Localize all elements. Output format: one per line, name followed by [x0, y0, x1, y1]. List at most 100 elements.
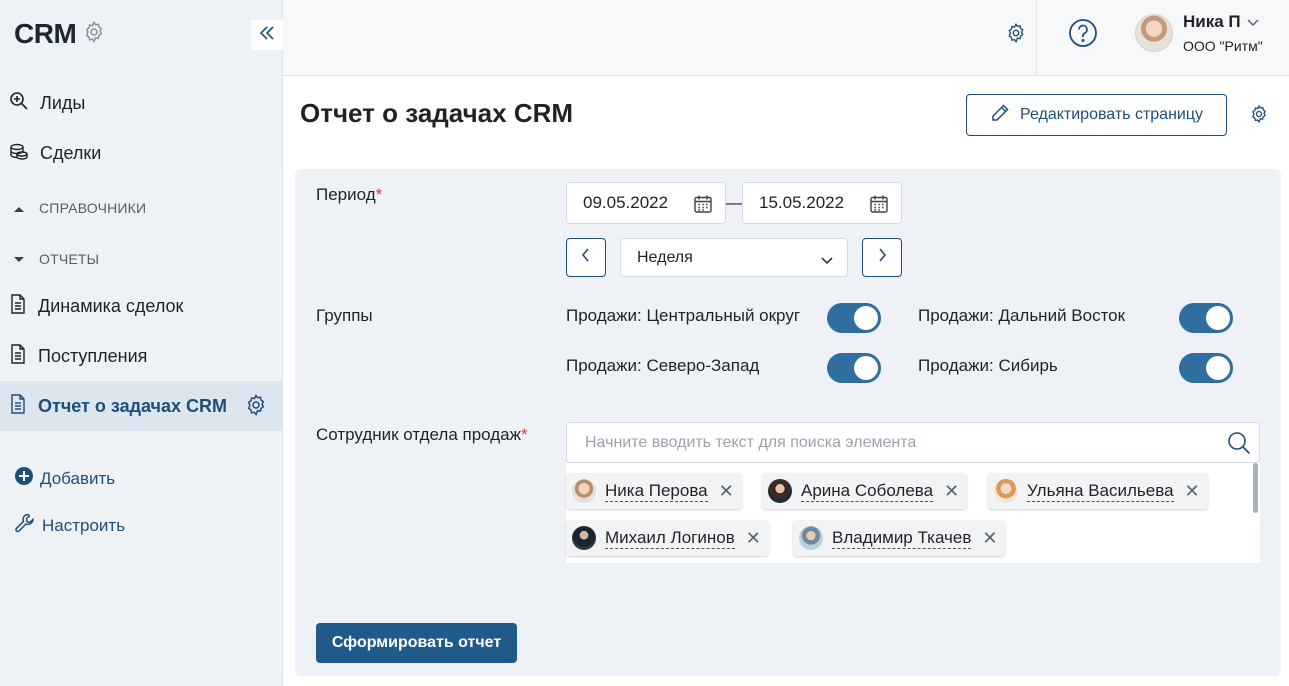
page-settings-gear-icon[interactable] [1249, 104, 1269, 129]
search-icon[interactable] [1227, 431, 1251, 460]
remove-icon[interactable]: ✕ [746, 528, 761, 549]
group-toggle-label: Продажи: Дальний Восток [918, 306, 1126, 325]
group-toggle-far-east[interactable] [1179, 303, 1233, 333]
date-from-input[interactable]: 09.05.2022 [566, 182, 726, 224]
coins-icon [9, 141, 29, 166]
sidebar-item-label: Сделки [40, 142, 102, 163]
employee-name[interactable]: Арина Соболева [801, 481, 934, 502]
period-label: Период* [316, 185, 382, 205]
group-toggle-north-west[interactable] [827, 353, 881, 383]
date-separator: — [726, 193, 743, 212]
sidebar-item-leads[interactable]: Лиды [0, 78, 282, 128]
help-icon[interactable] [1068, 18, 1098, 53]
avatar [994, 479, 1018, 503]
avatar [799, 526, 823, 550]
group-toggle-central[interactable] [827, 303, 881, 333]
previous-period-button[interactable] [566, 238, 606, 277]
sidebar-item-crm-task-report[interactable]: Отчет о задачах CRM [0, 381, 282, 431]
caret-down-icon [13, 251, 25, 267]
section-label: ОТЧЕТЫ [39, 251, 100, 267]
section-reports[interactable]: ОТЧЕТЫ [13, 247, 99, 271]
interval-select[interactable]: Неделя [620, 238, 848, 277]
group-toggle-label: Продажи: Центральный округ [566, 306, 801, 325]
required-mark: * [375, 185, 383, 204]
remove-icon[interactable]: ✕ [982, 528, 997, 549]
employee-name[interactable]: Владимир Ткачев [832, 528, 972, 549]
remove-icon[interactable]: ✕ [1185, 481, 1200, 502]
employee-search-input[interactable] [567, 423, 1207, 462]
next-period-button[interactable] [862, 238, 902, 277]
avatar [572, 479, 596, 503]
employee-name[interactable]: Михаил Логинов [605, 528, 735, 549]
generate-report-button[interactable]: Сформировать отчет [316, 623, 517, 663]
page-title: Отчет о задачах CRM [300, 98, 574, 128]
gear-icon[interactable] [244, 393, 268, 422]
user-info: Ника П ООО "Ритм" [1183, 12, 1263, 54]
employee-label-text: Сотрудник отдела продаж [316, 425, 522, 444]
employee-tag: Владимир Ткачев ✕ [793, 520, 1006, 556]
scrollbar[interactable] [1252, 463, 1260, 563]
group-toggle-label: Продажи: Северо-Запад [566, 356, 760, 375]
section-label: СПРАВОЧНИКИ [39, 200, 147, 216]
scrollbar-thumb[interactable] [1253, 463, 1258, 513]
employee-tag: Ника Перова ✕ [566, 473, 742, 509]
required-mark: * [521, 425, 528, 444]
chevron-right-icon [877, 248, 887, 267]
employee-tag: Ульяна Васильева ✕ [988, 473, 1208, 509]
date-to-value: 15.05.2022 [759, 193, 845, 212]
configure-button[interactable]: Настроить [14, 512, 125, 539]
interval-value: Неделя [637, 248, 693, 266]
user-menu[interactable]: Ника П ООО "Ритм" [1135, 12, 1263, 54]
report-form: Период* 09.05.2022 — 15.05.2022 Неделя Г… [295, 169, 1281, 676]
sidebar-item-label: Отчет о задачах CRM [38, 395, 228, 416]
gear-icon[interactable] [82, 20, 106, 49]
caret-up-icon [13, 200, 25, 216]
settings-gear-icon[interactable] [1005, 22, 1027, 49]
collapse-sidebar-button[interactable] [251, 20, 283, 50]
configure-label: Настроить [42, 515, 126, 535]
employee-label: Сотрудник отдела продаж* [316, 425, 528, 445]
calendar-icon[interactable] [693, 194, 713, 219]
sidebar-item-deal-dynamics[interactable]: Динамика сделок [0, 281, 282, 331]
employee-name[interactable]: Ника Перова [605, 481, 708, 502]
remove-icon[interactable]: ✕ [944, 481, 959, 502]
remove-icon[interactable]: ✕ [719, 481, 734, 502]
add-button[interactable]: Добавить [14, 466, 115, 491]
sidebar-item-deals[interactable]: Сделки [0, 128, 282, 178]
employee-search[interactable] [566, 422, 1260, 463]
sidebar-item-label: Лиды [40, 92, 86, 113]
toggle-knob [854, 306, 878, 330]
toggle-knob [1206, 356, 1230, 380]
toggle-knob [854, 356, 878, 380]
date-from-value: 09.05.2022 [583, 193, 669, 212]
document-icon [9, 293, 27, 319]
plus-circle-icon [14, 466, 34, 491]
topbar: Ника П ООО "Ритм" [283, 0, 1289, 76]
group-toggle-siberia[interactable] [1179, 353, 1233, 383]
chevron-down-icon [1247, 12, 1259, 32]
double-chevron-left-icon [258, 24, 276, 47]
wrench-icon [14, 512, 36, 539]
groups-label: Группы [316, 306, 373, 325]
sidebar-item-label: Динамика сделок [38, 295, 184, 316]
group-toggle-label: Продажи: Сибирь [918, 356, 1058, 375]
user-name: Ника П [1183, 12, 1241, 31]
chevron-left-icon [581, 248, 591, 267]
app-title: CRM [14, 18, 77, 49]
avatar [768, 479, 792, 503]
chevron-down-icon [821, 252, 833, 270]
employee-tag: Михаил Логинов ✕ [566, 520, 769, 556]
document-icon [9, 343, 27, 369]
date-to-input[interactable]: 15.05.2022 [742, 182, 902, 224]
toggle-knob [1206, 306, 1230, 330]
document-icon [9, 393, 27, 419]
brand: CRM [14, 18, 106, 50]
calendar-icon[interactable] [869, 194, 889, 219]
sidebar-item-receipts[interactable]: Поступления [0, 331, 282, 381]
divider [1036, 0, 1037, 76]
edit-page-label: Редактировать страницу [1019, 106, 1204, 123]
section-directories[interactable]: СПРАВОЧНИКИ [13, 196, 146, 220]
employee-name[interactable]: Ульяна Васильева [1027, 481, 1174, 502]
user-org: ООО "Ритм" [1183, 38, 1263, 54]
edit-page-button[interactable]: Редактировать страницу [966, 94, 1227, 136]
